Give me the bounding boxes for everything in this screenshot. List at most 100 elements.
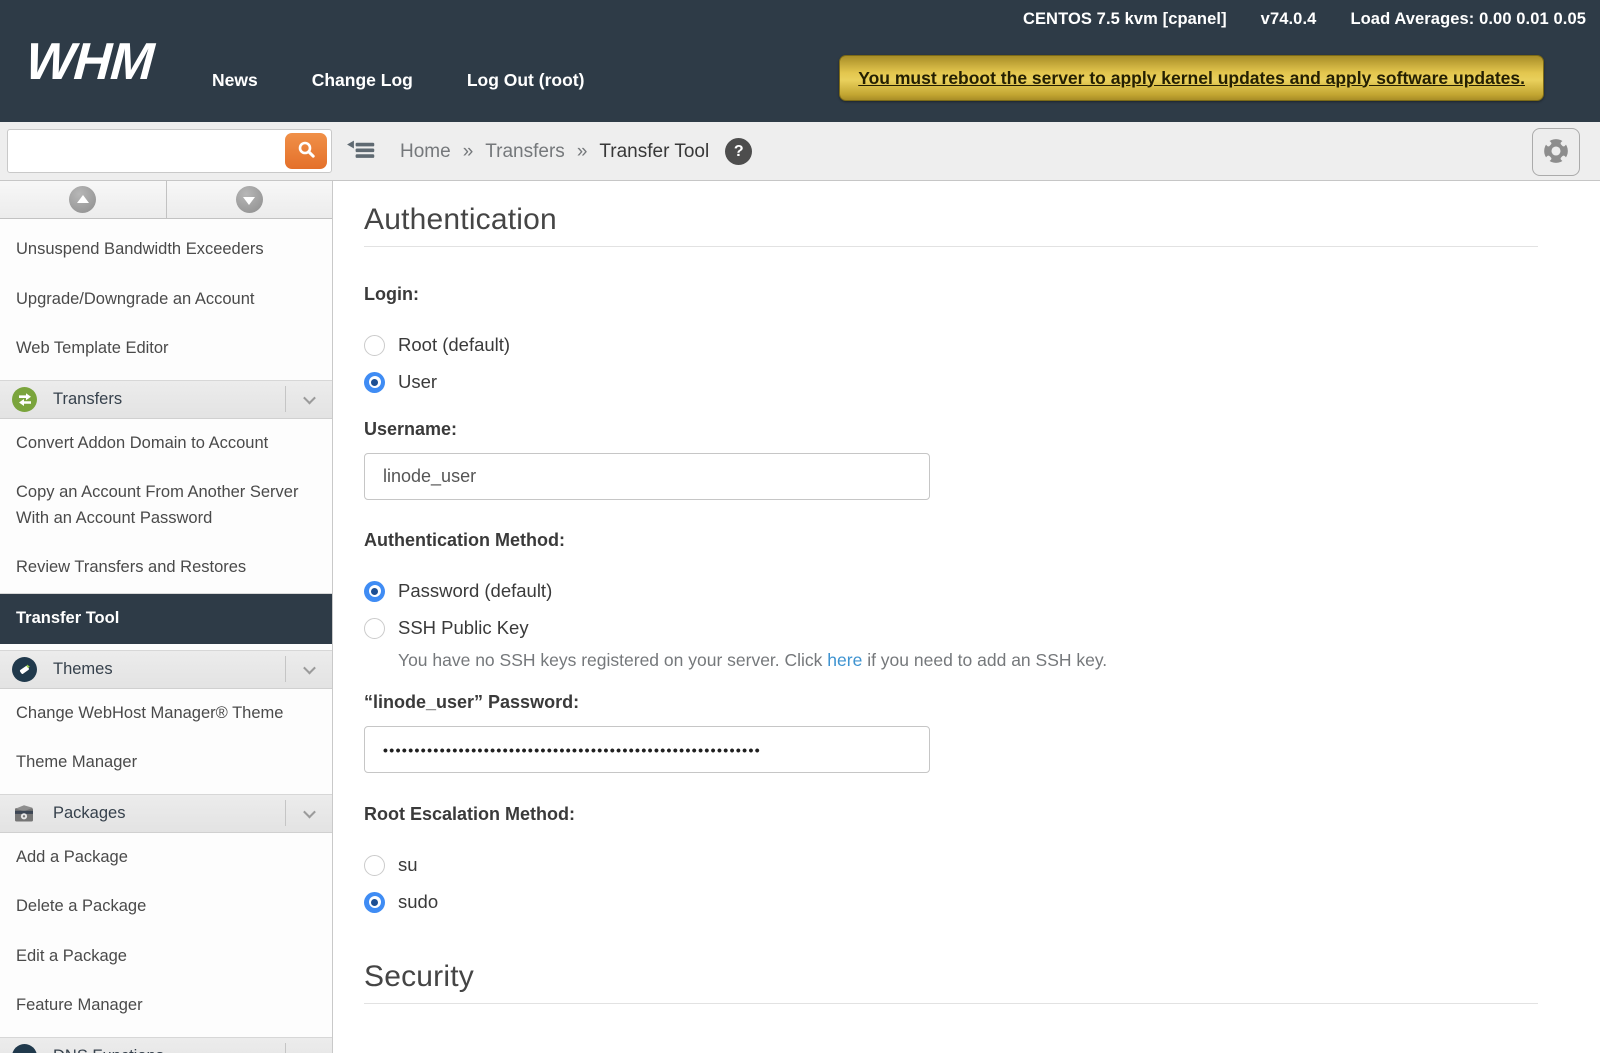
root-escalation-method-label: Root Escalation Method: [364,804,1538,825]
sidebar-section-controls [285,651,332,688]
sidebar-item-delete-a-package[interactable]: Delete a Package [0,882,332,932]
sidebar-scroll-controls [0,181,332,219]
scroll-up-icon [69,186,96,213]
whm-logo: WHM [24,36,155,88]
radio-label: su [398,854,418,876]
sidebar-section-transfers[interactable]: Transfers [0,380,332,419]
sidebar: Unsuspend Bandwidth ExceedersUpgrade/Dow… [0,181,333,1053]
ssh-note-here-link[interactable]: here [827,650,862,670]
sidebar-section-label: Packages [53,804,125,823]
security-section-title: Security [364,960,1538,1004]
radio-ssh-public-key[interactable] [364,618,385,639]
themes-icon [12,657,37,682]
search-button[interactable] [285,133,327,169]
sidebar-section-themes[interactable]: Themes [0,650,332,689]
breadcrumb-current-page: Transfer Tool [599,141,709,163]
whm-app: CENTOS 7.5 kvm [cpanel] v74.0.4 Load Ave… [0,0,1600,1053]
radio-label: SSH Public Key [398,617,529,639]
username-input[interactable] [364,453,930,500]
scroll-down-icon [236,186,263,213]
radio-label: Password (default) [398,580,552,602]
sidebar-item-edit-a-package[interactable]: Edit a Package [0,932,332,982]
support-lifebuoy-icon [1542,137,1570,168]
support-button[interactable] [1532,128,1580,176]
sidebar-item-feature-manager[interactable]: Feature Manager [0,981,332,1031]
sidebar-item-theme-manager[interactable]: Theme Manager [0,738,332,788]
sidebar-section-controls [285,795,332,832]
ssh-note-text: if you need to add an SSH key. [862,650,1107,670]
radio-option-sudo[interactable]: sudo [364,891,1538,913]
header-nav: News Change Log Log Out (root) [212,70,584,91]
radio-sudo-checked[interactable] [364,892,385,913]
breadcrumb-separator: » [463,141,474,163]
sidebar-item-upgrade-downgrade-an-account[interactable]: Upgrade/Downgrade an Account [0,275,332,325]
search-input[interactable] [8,130,285,172]
main-content: Authentication Login: Root (default) User… [334,181,1600,1053]
radio-label: User [398,371,437,393]
sidebar-item-review-transfers-and-restores[interactable]: Review Transfers and Restores [0,543,332,593]
radio-option-root-default[interactable]: Root (default) [364,334,1538,356]
authentication-section-title: Authentication [364,203,1538,247]
transfers-icon [12,387,37,412]
server-statusbar: CENTOS 7.5 kvm [cpanel] v74.0.4 Load Ave… [1023,10,1586,29]
password-input[interactable] [364,726,930,773]
sidebar-scroll-up-button[interactable] [0,181,167,218]
collapse-sidebar-button[interactable] [346,138,378,164]
radio-option-password-default[interactable]: Password (default) [364,580,1538,602]
sidebar-section-label: Transfers [53,390,122,409]
sidebar-section-label: Themes [53,660,113,679]
breadcrumb-transfers[interactable]: Transfers [485,141,565,163]
status-version: v74.0.4 [1261,10,1317,29]
sidebar-item-copy-an-account-from-another-server-with-an-account-password[interactable]: Copy an Account From Another Server With… [0,468,332,543]
toolbar: Home » Transfers » Transfer Tool ? [0,122,1600,181]
radio-option-ssh-public-key[interactable]: SSH Public Key [364,617,1538,639]
status-system: CENTOS 7.5 kvm [cpanel] [1023,10,1227,29]
authentication-method-radio-group: Password (default) SSH Public Key [364,580,1538,639]
reboot-alert-text: You must reboot the server to apply kern… [858,68,1525,89]
sidebar-item-change-webhost-manager-theme[interactable]: Change WebHost Manager® Theme [0,689,332,739]
radio-option-su[interactable]: su [364,854,1538,876]
dns-icon: DNS [12,1044,37,1053]
reboot-alert-button[interactable]: You must reboot the server to apply kern… [839,55,1544,101]
radio-su[interactable] [364,855,385,876]
chevron-down-icon[interactable] [286,665,332,674]
status-load-averages: Load Averages: 0.00 0.01 0.05 [1350,10,1586,29]
sidebar-item-web-template-editor[interactable]: Web Template Editor [0,324,332,374]
collapse-sidebar-icon [346,150,378,165]
chevron-down-icon[interactable] [286,809,332,818]
chevron-down-icon[interactable] [286,395,332,404]
radio-option-user[interactable]: User [364,371,1538,393]
nav-news-link[interactable]: News [212,70,258,91]
sidebar-item-add-a-package[interactable]: Add a Package [0,833,332,883]
nav-logout-link[interactable]: Log Out (root) [467,70,585,91]
authentication-method-label: Authentication Method: [364,530,1538,551]
breadcrumb: Home » Transfers » Transfer Tool ? [400,122,752,181]
help-icon[interactable]: ? [725,138,752,165]
radio-user-checked[interactable] [364,372,385,393]
ssh-key-note: You have no SSH keys registered on your … [398,650,1538,671]
sidebar-menu: Unsuspend Bandwidth ExceedersUpgrade/Dow… [0,219,332,1053]
login-label: Login: [364,284,1538,305]
radio-root-default[interactable] [364,335,385,356]
sidebar-section-dns-functions[interactable]: DNS DNS Functions [0,1037,332,1053]
sidebar-section-controls [285,1038,332,1053]
ssh-note-text: You have no SSH keys registered on your … [398,650,827,670]
sidebar-item-unsuspend-bandwidth-exceeders[interactable]: Unsuspend Bandwidth Exceeders [0,225,332,275]
sidebar-item-transfer-tool[interactable]: Transfer Tool [0,593,332,644]
nav-changelog-link[interactable]: Change Log [312,70,413,91]
breadcrumb-home[interactable]: Home [400,141,451,163]
sidebar-section-packages[interactable]: Packages [0,794,332,833]
login-radio-group: Root (default) User [364,334,1538,393]
sidebar-scroll-down-button[interactable] [167,181,333,218]
search-icon [297,140,316,162]
sidebar-item-convert-addon-domain-to-account[interactable]: Convert Addon Domain to Account [0,419,332,469]
sidebar-section-controls [285,381,332,418]
breadcrumb-separator: » [577,141,588,163]
radio-label: sudo [398,891,438,913]
app-header: CENTOS 7.5 kvm [cpanel] v74.0.4 Load Ave… [0,0,1600,122]
password-label: “linode_user” Password: [364,692,1538,713]
root-escalation-radio-group: su sudo [364,854,1538,913]
username-label: Username: [364,419,1538,440]
radio-password-default-checked[interactable] [364,581,385,602]
sidebar-section-label: DNS Functions [53,1047,164,1053]
